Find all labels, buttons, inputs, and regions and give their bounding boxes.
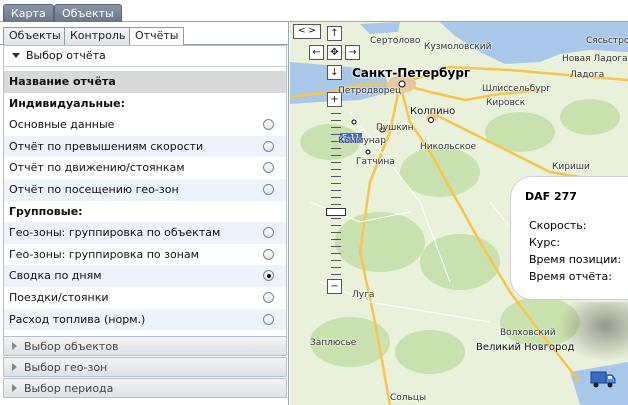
city-label: Кировск bbox=[486, 98, 526, 108]
report-radio[interactable] bbox=[263, 162, 274, 174]
course-label: Курс: bbox=[529, 236, 561, 249]
section-label: Выбор гео-зон bbox=[24, 361, 108, 374]
pan-left-button[interactable]: ← bbox=[309, 45, 324, 60]
group-label-individual: Индивидуальные: bbox=[9, 96, 125, 110]
pan-right-button[interactable]: → bbox=[345, 45, 360, 60]
tab-objects[interactable]: Объекты bbox=[54, 4, 122, 22]
collapse-arrow-icon bbox=[12, 53, 20, 58]
map-view[interactable]: < > ↑ ← ✥ → ↓ + − E-11 Санкт-Петербург К… bbox=[290, 22, 628, 405]
city-label: Никольское bbox=[420, 142, 477, 152]
city-label: Новая Ладога bbox=[562, 54, 628, 64]
pan-up-button[interactable]: ↑ bbox=[327, 26, 342, 41]
report-row[interactable]: Поездки/стоянки bbox=[4, 287, 286, 309]
report-row[interactable]: Отчёт по движению/стоянкам bbox=[4, 157, 286, 179]
report-section-title: Выбор отчёта bbox=[26, 49, 106, 62]
section-geozone-selection[interactable]: Выбор гео-зон bbox=[3, 357, 287, 377]
top-tab-bar: Карта Объекты bbox=[0, 0, 628, 22]
report-radio[interactable] bbox=[263, 227, 274, 239]
city-label: Заплюсье bbox=[310, 338, 357, 348]
city-label: Коммунар bbox=[338, 136, 386, 146]
city-label: Кириши bbox=[552, 162, 590, 172]
report-label: Расход топлива (норм.) bbox=[9, 312, 146, 326]
report-radio-selected[interactable] bbox=[263, 270, 274, 282]
report-label: Отчёт по посещению гео-зон bbox=[9, 182, 179, 196]
city-label: Пушкин bbox=[376, 123, 414, 133]
report-label: Поездки/стоянки bbox=[9, 290, 109, 304]
report-section-header[interactable]: Выбор отчёта bbox=[4, 46, 286, 67]
expand-arrow-icon bbox=[12, 342, 17, 350]
report-row[interactable]: Отчёт по посещению гео-зон bbox=[4, 178, 286, 201]
report-row[interactable]: Гео-зоны: группировка по зонам bbox=[4, 244, 286, 266]
report-radio[interactable] bbox=[263, 140, 274, 152]
report-radio[interactable] bbox=[263, 183, 274, 195]
report-list: Название отчёта Индивидуальные: Основные… bbox=[4, 71, 286, 331]
zoom-out-button[interactable]: − bbox=[327, 279, 342, 294]
map-marker-shadow bbox=[558, 302, 628, 362]
tab-map[interactable]: Карта bbox=[3, 4, 54, 22]
report-row[interactable]: Гео-зоны: группировка по объектам bbox=[4, 222, 286, 244]
truck-marker-icon[interactable] bbox=[590, 368, 616, 390]
section-label: Выбор объектов bbox=[24, 340, 119, 353]
position-time-label: Время позиции: bbox=[529, 253, 622, 266]
city-label: Санкт-Петербург bbox=[352, 66, 471, 80]
vehicle-name: DAF 277 bbox=[525, 190, 577, 203]
zoom-slider-handle[interactable] bbox=[326, 208, 346, 216]
column-header: Название отчёта bbox=[4, 71, 286, 93]
subtab-control[interactable]: Контроль bbox=[64, 27, 132, 45]
section-label: Выбор периода bbox=[24, 382, 114, 395]
city-label: Гатчина bbox=[356, 157, 395, 167]
panel-toggle-button[interactable]: < > bbox=[293, 24, 321, 39]
report-label: Отчёт по превышениям скорости bbox=[9, 139, 204, 153]
pan-center-button[interactable]: ✥ bbox=[327, 45, 342, 60]
report-radio[interactable] bbox=[263, 248, 274, 260]
report-label: Гео-зоны: группировка по объектам bbox=[9, 226, 221, 240]
report-radio[interactable] bbox=[263, 291, 274, 303]
report-row[interactable]: Расход топлива (норм.) bbox=[4, 308, 286, 331]
report-time-label: Время отчёта: bbox=[529, 270, 612, 283]
city-label: Кузмоловский bbox=[424, 42, 492, 52]
city-label: Луга bbox=[352, 290, 375, 300]
expand-arrow-icon bbox=[12, 363, 17, 371]
city-label: Сольцы bbox=[390, 393, 427, 403]
city-label: Колпино bbox=[410, 106, 456, 117]
section-period-selection[interactable]: Выбор периода bbox=[3, 378, 287, 398]
city-label: Волховский bbox=[500, 328, 556, 338]
sub-tab-bar: Объекты Контроль Отчёты bbox=[0, 26, 289, 46]
report-label: Сводка по дням bbox=[9, 269, 102, 283]
city-label: Шлиссельбург bbox=[482, 84, 552, 94]
section-object-selection[interactable]: Выбор объектов bbox=[3, 336, 287, 356]
report-row[interactable]: Отчёт по превышениям скорости bbox=[4, 135, 286, 158]
city-label: Сертолово bbox=[370, 36, 421, 46]
vehicle-info-popup: DAF 277 Скорость: Курс: Время позиции: В… bbox=[510, 176, 628, 300]
report-row[interactable]: Основные данные bbox=[4, 114, 286, 136]
left-panel: Объекты Контроль Отчёты Выбор отчёта Наз… bbox=[0, 22, 289, 405]
subtab-objects[interactable]: Объекты bbox=[3, 27, 67, 45]
report-selection-panel: Выбор отчёта Название отчёта Индивидуаль… bbox=[3, 45, 287, 346]
report-radio[interactable] bbox=[263, 119, 274, 131]
group-label-group: Групповые: bbox=[9, 204, 83, 218]
report-label: Гео-зоны: группировка по зонам bbox=[9, 247, 199, 261]
city-label: Петродворец bbox=[338, 86, 402, 96]
report-row[interactable]: Сводка по дням bbox=[4, 265, 286, 287]
pan-down-button[interactable]: ↓ bbox=[327, 65, 342, 80]
report-radio[interactable] bbox=[263, 313, 274, 325]
subtab-reports[interactable]: Отчёты bbox=[129, 27, 185, 46]
city-label: Сясьстрой bbox=[586, 36, 628, 46]
report-label: Основные данные bbox=[9, 118, 115, 132]
city-label: Ладога bbox=[570, 70, 605, 80]
speed-label: Скорость: bbox=[529, 219, 587, 232]
expand-arrow-icon bbox=[12, 384, 17, 392]
report-label: Отчёт по движению/стоянкам bbox=[9, 161, 185, 175]
